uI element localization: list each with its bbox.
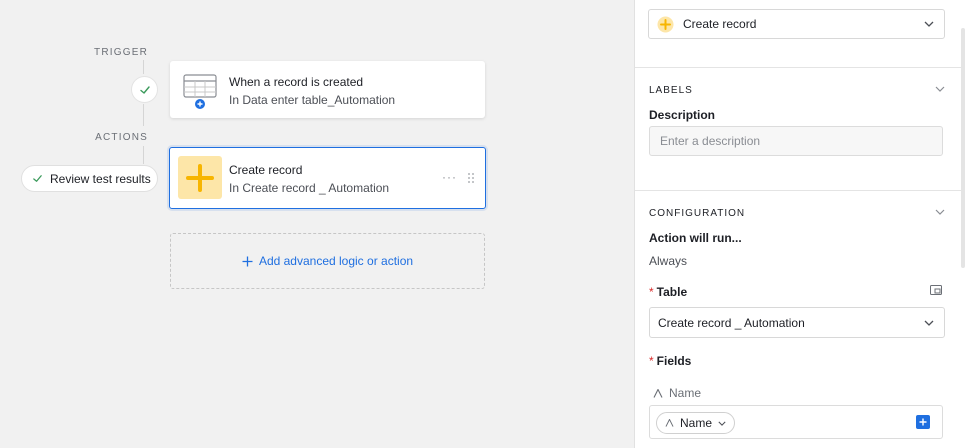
chevron-down-icon[interactable]: [935, 209, 945, 215]
more-dots-icon[interactable]: ···: [442, 170, 457, 184]
field-name-label: Name: [669, 386, 702, 400]
connector-line: [143, 60, 144, 74]
divider: [635, 190, 965, 191]
field-chip-label: Name: [680, 416, 713, 430]
chevron-down-icon: [924, 320, 934, 326]
add-value-button[interactable]: [916, 415, 930, 429]
table-select-value: Create record _ Automation: [658, 315, 805, 330]
action-runs-value[interactable]: Always: [649, 254, 687, 268]
table-select[interactable]: Create record _ Automation: [649, 307, 945, 338]
text-field-icon: [653, 388, 663, 398]
connector-line: [143, 146, 144, 164]
automation-canvas: TRIGGER ACTIONS When a record is created…: [0, 0, 634, 448]
field-name-chip[interactable]: Name: [656, 412, 736, 434]
add-advanced-logic-label: Add advanced logic or action: [258, 254, 414, 268]
check-icon: [139, 85, 150, 94]
check-icon: [33, 175, 42, 182]
review-test-results-label: Review test results: [50, 171, 151, 186]
plus-icon: [178, 156, 222, 199]
action-type-value: Create record: [683, 17, 757, 31]
action-runs-label: Action will run...: [649, 231, 742, 245]
action-card-create-record[interactable]: Create record In Create record _ Automat…: [169, 147, 486, 209]
table-label: * Table: [649, 285, 688, 299]
description-label: Description: [649, 108, 716, 122]
table-label-text: Table: [656, 285, 688, 299]
chevron-down-icon[interactable]: [935, 86, 945, 92]
trigger-card[interactable]: When a record is created In Data enter t…: [170, 61, 485, 118]
text-field-icon: [665, 419, 674, 427]
action-type-select[interactable]: Create record: [648, 9, 945, 39]
trigger-subtitle: In Data enter table_Automation: [229, 93, 396, 107]
fields-label-text: Fields: [656, 354, 692, 368]
labels-section-title: LABELS: [649, 85, 693, 96]
chevron-down-icon: [924, 21, 934, 27]
description-input[interactable]: Enter a description: [649, 126, 943, 156]
action-subtitle: In Create record _ Automation: [229, 181, 390, 195]
plus-icon: [919, 418, 927, 426]
trigger-status-check: [131, 76, 158, 103]
action-title: Create record: [229, 163, 303, 177]
review-test-results-button[interactable]: Review test results: [21, 165, 158, 192]
field-name-input[interactable]: Name: [649, 405, 943, 439]
action-config-panel: Create record LABELS Description Enter a…: [634, 0, 965, 448]
trigger-title: When a record is created: [229, 75, 364, 89]
plus-circle-icon: [657, 16, 674, 33]
expand-icon[interactable]: [930, 285, 942, 295]
connector-line: [143, 104, 144, 126]
panel-scrollbar[interactable]: [961, 28, 965, 268]
table-plus-icon: [183, 73, 217, 109]
plus-icon: [242, 256, 253, 266]
drag-handle-icon[interactable]: [468, 172, 474, 186]
field-name-header: Name: [653, 386, 701, 400]
trigger-section-label: TRIGGER: [94, 47, 148, 58]
divider: [635, 67, 965, 68]
chevron-down-icon: [718, 421, 726, 426]
configuration-section-title: CONFIGURATION: [649, 208, 746, 219]
add-advanced-logic-button[interactable]: Add advanced logic or action: [170, 233, 485, 289]
fields-label: * Fields: [649, 354, 692, 368]
actions-section-label: ACTIONS: [95, 132, 148, 143]
